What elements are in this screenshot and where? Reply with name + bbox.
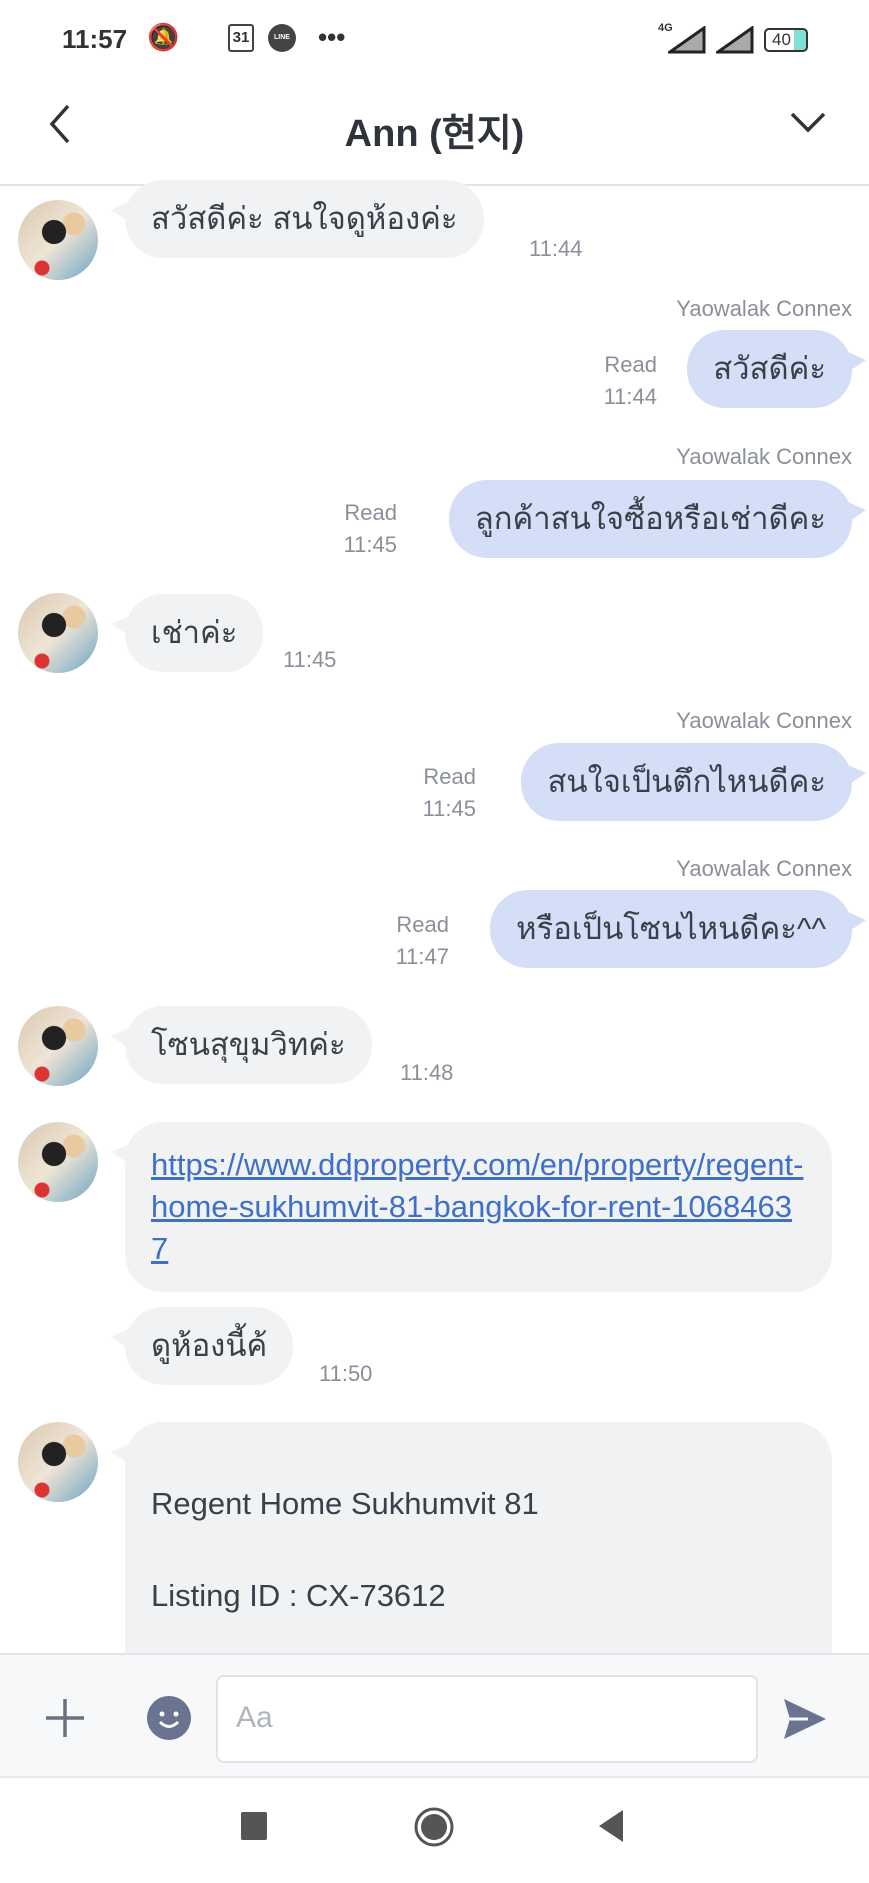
calendar-icon: 31	[228, 24, 254, 52]
signal-icon	[668, 26, 706, 54]
line-icon: LINE	[268, 24, 296, 52]
message-bubble[interactable]: ลูกค้าสนใจซื้อหรือเช่าดีคะ	[448, 480, 867, 558]
message-bubble[interactable]: เช่าค่ะ	[110, 594, 264, 672]
mute-bell-icon: 🔕	[147, 22, 180, 52]
avatar[interactable]	[18, 1422, 98, 1502]
avatar[interactable]	[18, 200, 98, 280]
send-button[interactable]	[782, 1697, 828, 1741]
sender-name: Yaowalak Connex	[676, 856, 852, 881]
read-status: Read	[396, 912, 449, 937]
message-time: 11:44	[529, 236, 583, 261]
back-nav-button[interactable]	[597, 1808, 625, 1844]
read-status: Read	[344, 500, 397, 525]
recents-button[interactable]	[241, 1812, 267, 1840]
avatar[interactable]	[18, 1006, 98, 1086]
listing-title: Regent Home Sukhumvit 81	[151, 1486, 539, 1521]
chevron-down-icon[interactable]	[788, 108, 828, 138]
chat-header: Ann (현지)	[0, 80, 869, 186]
message-bubble[interactable]: หรือเป็นโซนไหนดีคะ^^	[490, 890, 866, 968]
message-time: 11:45	[343, 532, 397, 557]
message-bubble[interactable]: สวัสดีค่ะ	[687, 330, 866, 408]
signal-icon-2	[716, 26, 754, 54]
read-status: Read	[604, 352, 657, 377]
sender-name: Yaowalak Connex	[676, 444, 852, 469]
message-bubble[interactable]: โซนสุขุมวิทค่ะ	[111, 1006, 372, 1084]
message-time: 11:47	[395, 944, 449, 969]
clock: 11:57	[62, 24, 128, 54]
plus-button[interactable]	[44, 1697, 86, 1739]
input-bar: Aa	[0, 1653, 869, 1778]
sender-name: Yaowalak Connex	[676, 296, 852, 321]
listing-id: Listing ID : CX-73612	[151, 1578, 446, 1613]
chat-title: Ann (현지)	[344, 113, 525, 155]
message-time: 11:50	[319, 1361, 373, 1386]
more-notifications-icon: •••	[318, 22, 346, 52]
message-time: 11:45	[283, 647, 337, 672]
read-status: Read	[423, 764, 476, 789]
message-time: 11:45	[422, 796, 476, 821]
battery-icon: 40	[764, 28, 808, 52]
home-button[interactable]	[413, 1806, 455, 1848]
message-input[interactable]: Aa	[216, 1675, 758, 1763]
message-bubble[interactable]: สนใจเป็นตึกไหนดีคะ	[521, 743, 866, 821]
avatar[interactable]	[18, 593, 98, 673]
message-time: 11:48	[400, 1060, 454, 1085]
property-link[interactable]: https://www.ddproperty.com/en/property/r…	[151, 1147, 803, 1266]
avatar[interactable]	[18, 1122, 98, 1202]
status-bar: 11:57 🔕 31 LINE ••• 4G 40	[0, 0, 869, 80]
message-bubble[interactable]: สวัสดีค่ะ สนใจดูห้องค่ะ	[111, 180, 484, 258]
system-nav-bar	[0, 1778, 869, 1883]
link-bubble: https://www.ddproperty.com/en/property/r…	[111, 1122, 832, 1292]
message-bubble[interactable]: ดูห้องนี้ค้	[110, 1307, 294, 1385]
sender-name: Yaowalak Connex	[676, 708, 852, 733]
emoji-button[interactable]	[146, 1695, 192, 1741]
message-time: 11:44	[603, 384, 657, 409]
